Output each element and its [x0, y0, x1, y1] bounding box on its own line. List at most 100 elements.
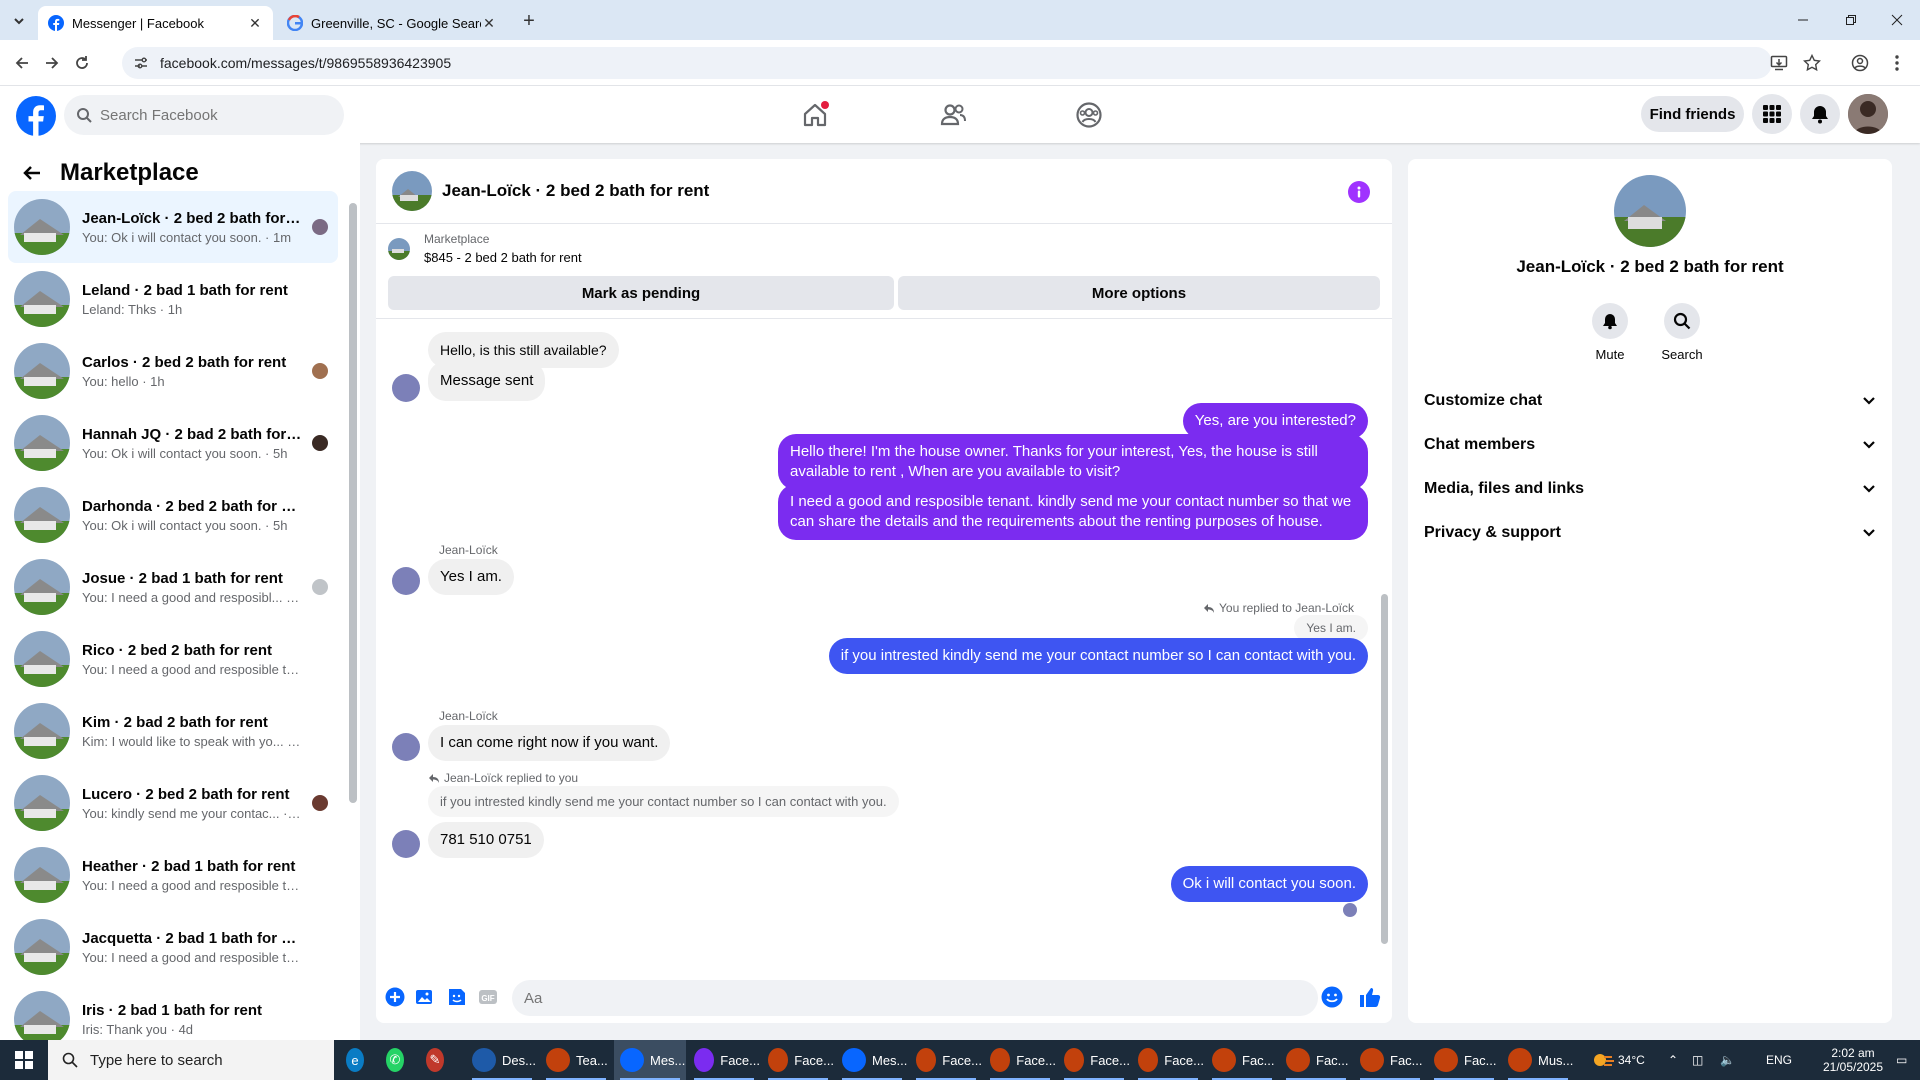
notifications-bell-icon[interactable] — [1800, 94, 1840, 134]
home-nav-icon[interactable] — [793, 96, 837, 134]
account-avatar[interactable] — [1848, 94, 1888, 134]
thumbs-up-icon[interactable] — [1359, 986, 1381, 1008]
message-input-box[interactable] — [512, 980, 1318, 1016]
taskbar-app[interactable]: Fac... — [1354, 1040, 1426, 1080]
taskbar-app[interactable]: Fac... — [1280, 1040, 1352, 1080]
site-info-icon[interactable] — [128, 50, 154, 76]
windows-start-icon[interactable] — [0, 1040, 48, 1080]
conversation-item[interactable]: Leland · 2 bad 1 bath for rent Leland: Th… — [8, 263, 338, 335]
back-arrow-icon[interactable] — [10, 51, 34, 75]
customize-chat-section[interactable]: Customize chat — [1424, 379, 1876, 423]
tab-search-icon[interactable] — [8, 10, 30, 32]
minimize-icon[interactable] — [1780, 0, 1826, 40]
mute-button[interactable]: Mute — [1580, 303, 1640, 362]
photo-icon[interactable] — [414, 986, 436, 1008]
whatsapp-icon[interactable]: ✆ — [386, 1040, 410, 1080]
plus-circle-icon[interactable] — [384, 986, 406, 1008]
close-tab-icon[interactable]: ✕ — [481, 15, 497, 31]
taskbar-app[interactable]: Face... — [1132, 1040, 1204, 1080]
chat-title[interactable]: Jean-Loïck · 2 bed 2 bath for rent — [442, 181, 709, 201]
message-bubble[interactable]: Hello there! I'm the house owner. Thanks… — [778, 434, 1368, 490]
conversation-item[interactable]: Jean-Loïck · 2 bed 2 bath for rent You: O… — [8, 191, 338, 263]
message-bubble[interactable]: I can come right now if you want. — [428, 725, 671, 761]
volume-icon[interactable]: 🔈 — [1720, 1040, 1735, 1080]
taskbar-app[interactable]: Mes... — [836, 1040, 908, 1080]
close-tab-icon[interactable]: ✕ — [247, 15, 263, 31]
sidebar-scrollbar[interactable] — [349, 193, 357, 953]
taskbar-app[interactable]: Tea... — [540, 1040, 612, 1080]
menu-grid-icon[interactable] — [1752, 94, 1792, 134]
bookmark-star-icon[interactable] — [1801, 52, 1823, 74]
taskbar-app[interactable]: Des... — [466, 1040, 538, 1080]
install-app-icon[interactable] — [1768, 52, 1790, 74]
chat-members-section[interactable]: Chat members — [1424, 423, 1876, 467]
chat-scrollbar[interactable] — [1379, 324, 1389, 954]
media-files-section[interactable]: Media, files and links — [1424, 467, 1876, 511]
facebook-search-input[interactable] — [100, 106, 320, 124]
listing-thumbnail — [14, 415, 70, 471]
conversation-item[interactable]: Hannah JQ · 2 bad 2 bath for rent You: Ok… — [8, 407, 338, 479]
taskbar-app[interactable]: Mus... — [1502, 1040, 1574, 1080]
message-bubble[interactable]: Yes I am. — [428, 559, 514, 595]
find-friends-button[interactable]: Find friends — [1641, 96, 1744, 132]
taskbar-app[interactable]: Face... — [1058, 1040, 1130, 1080]
tray-chevron-icon[interactable]: ⌃ — [1668, 1040, 1678, 1080]
emoji-icon[interactable] — [1321, 986, 1343, 1008]
listing-title[interactable]: $845 - 2 bed 2 bath for rent — [424, 250, 582, 265]
message-bubble[interactable]: Message sent — [428, 361, 546, 401]
message-bubble[interactable]: if you intrested kindly send me your con… — [828, 638, 1368, 674]
conversation-item[interactable]: Heather · 2 bad 1 bath for rent You: I ne… — [8, 839, 338, 911]
taskbar-app[interactable]: Face... — [762, 1040, 834, 1080]
message-bubble[interactable]: I need a good and resposible tenant. kin… — [778, 484, 1368, 540]
taskbar-app[interactable]: Fac... — [1206, 1040, 1278, 1080]
conversation-item[interactable]: Josue · 2 bad 1 bath for rent You: I need… — [8, 551, 338, 623]
conversation-item[interactable]: Jacquetta · 2 bad 1 bath for rent You: I … — [8, 911, 338, 983]
browser-menu-icon[interactable] — [1886, 52, 1908, 74]
conversation-item[interactable]: Carlos · 2 bed 2 bath for rent You: hello… — [8, 335, 338, 407]
tab-google-search[interactable]: Greenville, SC - Google Search ✕ — [277, 6, 507, 40]
facebook-search-box[interactable] — [64, 95, 344, 135]
conversation-item[interactable]: Darhonda · 2 bed 2 bath for rent You: Ok … — [8, 479, 338, 551]
friends-nav-icon[interactable] — [931, 96, 975, 134]
info-icon[interactable] — [1348, 181, 1370, 203]
new-tab-icon[interactable]: + — [518, 10, 540, 32]
quoted-message[interactable]: if you intrested kindly send me your con… — [428, 786, 899, 817]
back-arrow-icon[interactable] — [16, 157, 48, 189]
language-indicator[interactable]: ENG — [1766, 1040, 1792, 1080]
conversation-item[interactable]: Rico · 2 bed 2 bath for rent You: I need … — [8, 623, 338, 695]
taskbar-app[interactable]: Face... — [688, 1040, 760, 1080]
chat-avatar[interactable] — [392, 171, 432, 211]
clock[interactable]: 2:02 am 21/05/2025 — [1818, 1040, 1888, 1080]
network-icon[interactable]: ◫ — [1692, 1040, 1703, 1080]
tab-messenger[interactable]: Messenger | Facebook ✕ — [38, 6, 273, 40]
message-bubble[interactable]: 781 510 0751 — [428, 822, 544, 858]
taskbar-app[interactable]: Mes... — [614, 1040, 686, 1080]
taskbar-search-box[interactable]: Type here to search — [48, 1040, 334, 1080]
message-bubble[interactable]: Ok i will contact you soon. — [1170, 866, 1368, 902]
taskbar-app[interactable]: Face... — [910, 1040, 982, 1080]
conversation-item[interactable]: Kim · 2 bad 2 bath for rent Kim: I would … — [8, 695, 338, 767]
address-bar[interactable]: facebook.com/messages/t/9869558936423905 — [122, 47, 1772, 79]
taskbar-app[interactable]: Fac... — [1428, 1040, 1500, 1080]
forward-arrow-icon[interactable] — [40, 51, 64, 75]
conversation-item[interactable]: Lucero · 2 bed 2 bath for rent You: kindl… — [8, 767, 338, 839]
more-options-button[interactable]: More options — [898, 276, 1380, 310]
restore-icon[interactable] — [1828, 0, 1874, 40]
close-window-icon[interactable] — [1874, 0, 1920, 40]
mark-as-pending-button[interactable]: Mark as pending — [388, 276, 894, 310]
details-avatar[interactable] — [1614, 175, 1686, 247]
facebook-logo-icon[interactable] — [16, 96, 56, 136]
notification-center-icon[interactable]: ▭ — [1896, 1040, 1907, 1080]
edge-icon[interactable]: e — [346, 1040, 370, 1080]
message-input[interactable] — [524, 989, 1264, 1007]
app-icon[interactable]: ✎ — [426, 1040, 450, 1080]
weather-icon[interactable] — [1592, 1040, 1614, 1080]
taskbar-app[interactable]: Face... — [984, 1040, 1056, 1080]
groups-nav-icon[interactable] — [1067, 96, 1111, 134]
profile-icon[interactable] — [1849, 52, 1871, 74]
privacy-support-section[interactable]: Privacy & support — [1424, 511, 1876, 555]
gif-icon[interactable]: GIF — [477, 986, 499, 1008]
sticker-icon[interactable] — [446, 986, 468, 1008]
reload-icon[interactable] — [70, 51, 94, 75]
search-chat-button[interactable]: Search — [1652, 303, 1712, 362]
